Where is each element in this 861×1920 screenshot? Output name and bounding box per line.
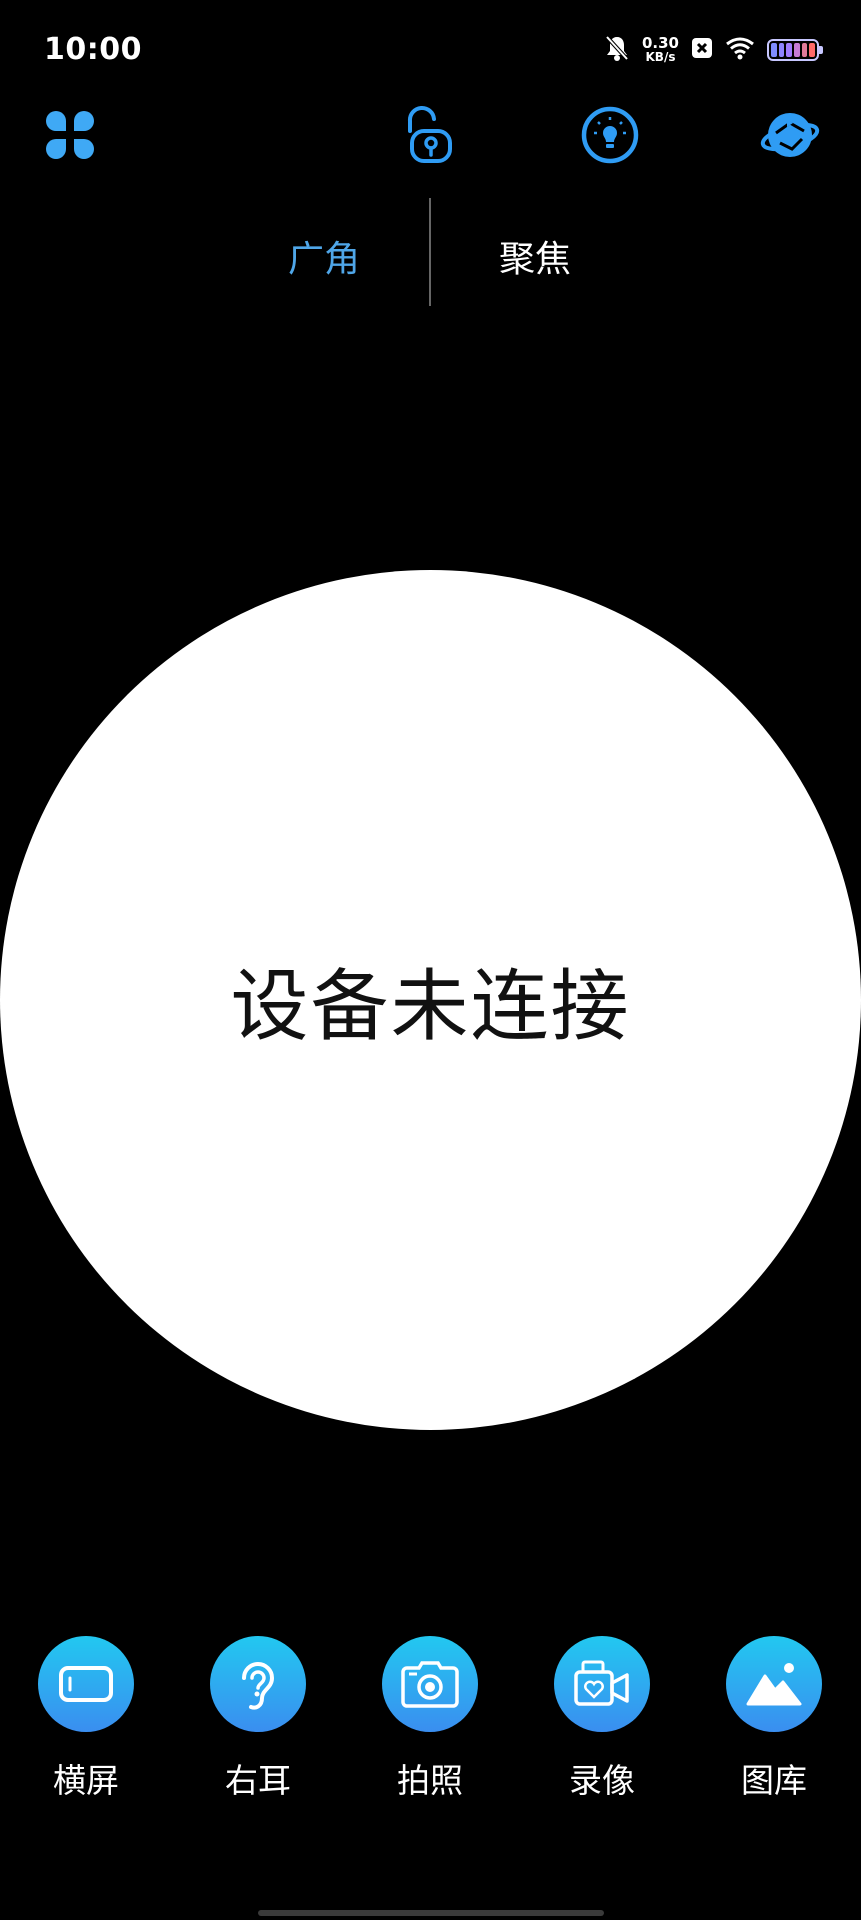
photo-button[interactable]: 拍照 xyxy=(370,1636,490,1802)
gallery-button[interactable]: 图库 xyxy=(714,1636,834,1802)
right-ear-button[interactable]: 右耳 xyxy=(198,1636,318,1802)
bell-muted-icon xyxy=(604,34,630,66)
apps-button[interactable] xyxy=(38,105,102,169)
ear-icon xyxy=(210,1636,306,1732)
top-toolbar xyxy=(0,105,861,175)
close-box-icon xyxy=(691,36,713,64)
photo-label: 拍照 xyxy=(397,1761,463,1800)
rotate-button[interactable] xyxy=(758,105,822,169)
camera-preview: 设备未连接 xyxy=(0,570,861,1430)
device-status-text: 设备未连接 xyxy=(230,962,631,1052)
video-icon xyxy=(554,1636,650,1732)
rotate-icon xyxy=(760,105,820,169)
mode-wide-angle[interactable]: 广角 xyxy=(288,230,360,282)
record-label: 录像 xyxy=(569,1761,635,1800)
status-time: 10:00 xyxy=(44,32,142,67)
status-bar: 10:00 0.30 KB/s xyxy=(0,0,861,100)
status-icons: 0.30 KB/s xyxy=(604,32,823,68)
camera-icon xyxy=(382,1636,478,1732)
gallery-label: 图库 xyxy=(741,1761,807,1800)
right-ear-label: 右耳 xyxy=(225,1761,291,1800)
mode-switch: 广角 聚焦 xyxy=(0,198,861,308)
landscape-icon xyxy=(38,1636,134,1732)
wifi-icon xyxy=(725,36,755,64)
network-speed-unit: KB/s xyxy=(645,50,676,64)
network-speed: 0.30 KB/s xyxy=(642,36,679,64)
light-button[interactable] xyxy=(578,105,642,169)
landscape-button[interactable]: 横屏 xyxy=(26,1636,146,1802)
mode-focus[interactable]: 聚焦 xyxy=(499,230,571,282)
landscape-label: 横屏 xyxy=(53,1761,119,1800)
record-button[interactable]: 录像 xyxy=(542,1636,662,1802)
network-speed-value: 0.30 xyxy=(641,34,679,52)
bulb-icon xyxy=(580,105,640,169)
home-indicator[interactable] xyxy=(258,1910,604,1916)
bottom-action-bar: 横屏 右耳 拍照 录像 图库 xyxy=(0,1636,861,1806)
lock-button[interactable] xyxy=(398,105,462,169)
battery-icon xyxy=(767,39,823,61)
unlock-icon xyxy=(400,105,460,169)
mode-divider xyxy=(429,198,431,306)
gallery-icon xyxy=(726,1636,822,1732)
apps-icon xyxy=(42,107,98,167)
